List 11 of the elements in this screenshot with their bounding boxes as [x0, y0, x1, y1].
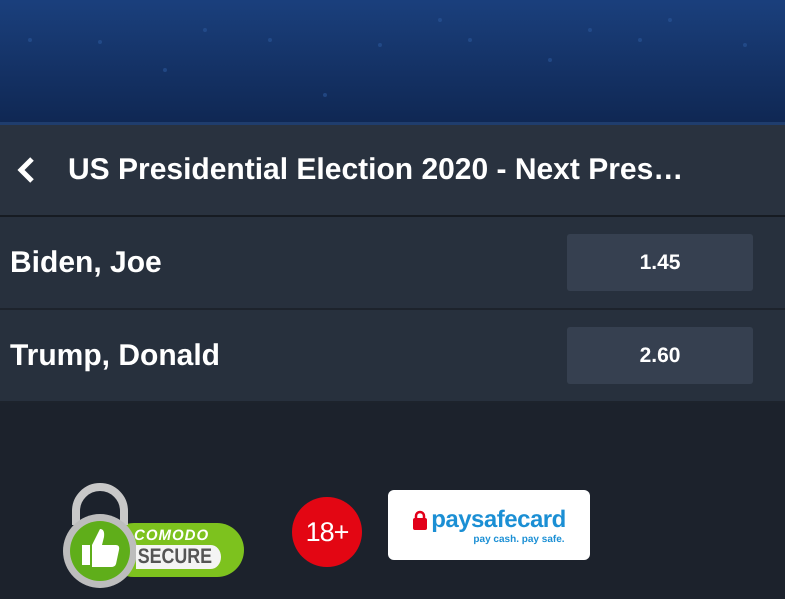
odds-button[interactable]: 1.45: [567, 234, 753, 291]
selection-name: Biden, Joe: [10, 246, 162, 280]
slogan: pay cash. pay safe.: [473, 534, 565, 544]
lock-icon: [412, 510, 428, 530]
brand-name: paysafecard: [431, 506, 566, 534]
selection-name: Trump, Donald: [10, 338, 220, 372]
secure-label: SECURE: [136, 545, 221, 569]
page-title: US Presidential Election 2020 - Next Pres…: [68, 153, 684, 187]
age-limit-badge: 18+: [292, 497, 362, 567]
odds-button[interactable]: 2.60: [567, 327, 753, 384]
brand-name: COMODO: [134, 527, 210, 544]
